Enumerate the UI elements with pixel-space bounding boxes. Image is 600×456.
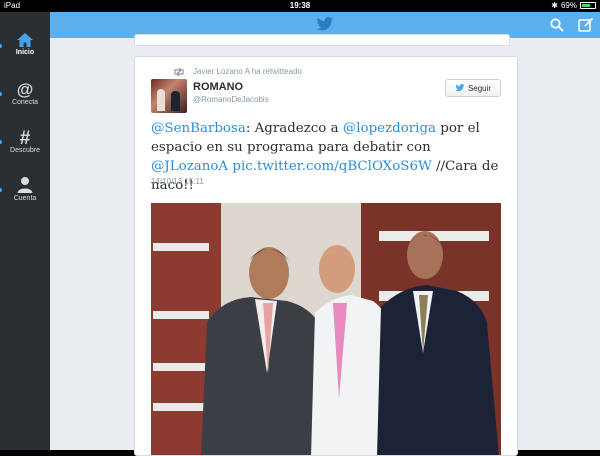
avatar[interactable]: [151, 79, 187, 113]
sidebar: Inicio @ Conecta # Descubre Cuenta: [0, 12, 50, 450]
notification-dot: [0, 92, 2, 96]
sidebar-item-label: Descubre: [10, 147, 40, 154]
svg-text:#: #: [20, 128, 31, 146]
tweet-card[interactable]: Javier Lozano A ha retwitteado ROMANO @R…: [134, 56, 518, 456]
svg-text:@: @: [17, 80, 34, 98]
home-icon: [17, 33, 33, 47]
battery-percent: 69%: [560, 1, 577, 10]
photo-illustration: [151, 203, 501, 455]
tweet-text-segment: : Agradezco a: [245, 121, 343, 136]
previous-tweet-card[interactable]: [134, 34, 510, 46]
tweet-photo[interactable]: [151, 203, 501, 455]
author-name[interactable]: ROMANO: [193, 81, 243, 93]
twitter-bird-icon: [455, 84, 465, 92]
retweet-line: Javier Lozano A ha retwitteado: [173, 67, 302, 76]
search-icon[interactable]: [550, 18, 564, 32]
mention-link[interactable]: @SenBarbosa: [151, 121, 246, 136]
twitter-bird-icon: [316, 17, 334, 31]
follow-button[interactable]: Seguir: [445, 79, 501, 97]
retweet-text: Javier Lozano A ha retwitteado: [193, 67, 302, 76]
status-right: ✱ 69%: [551, 1, 596, 10]
battery-icon: [580, 2, 596, 9]
sidebar-item-conecta[interactable]: @ Conecta: [0, 80, 50, 106]
sidebar-item-inicio[interactable]: Inicio: [0, 32, 50, 56]
mention-link[interactable]: @JLozanoA: [151, 159, 228, 174]
sidebar-item-label: Cuenta: [13, 195, 37, 202]
hash-icon: #: [20, 128, 31, 146]
sidebar-item-descubre[interactable]: # Descubre: [0, 128, 50, 154]
at-icon: @: [17, 80, 34, 98]
status-bar: iPad 19:38 ✱ 69%: [0, 0, 600, 12]
tweet-text: @SenBarbosa: Agradezco a @lopezdoriga po…: [151, 119, 505, 195]
compose-icon[interactable]: [578, 17, 594, 33]
person-icon: [17, 177, 33, 193]
sidebar-item-label: Conecta: [11, 99, 39, 106]
sidebar-item-label: Inicio: [15, 49, 35, 56]
media-link[interactable]: pic.twitter.com/qBClOXoS6W: [232, 159, 431, 174]
notification-dot: [0, 140, 2, 144]
active-indicator: [0, 44, 2, 48]
mention-link[interactable]: @lopezdoriga: [343, 121, 436, 136]
bluetooth-icon: ✱: [551, 1, 558, 10]
sidebar-item-cuenta[interactable]: Cuenta: [0, 176, 50, 202]
timestamp[interactable]: 14/10/13 15:11: [151, 177, 204, 186]
follow-label: Seguir: [467, 83, 492, 93]
timeline[interactable]: Javier Lozano A ha retwitteado ROMANO @R…: [50, 34, 600, 456]
retweet-icon: [174, 67, 184, 76]
clock: 19:38: [289, 1, 311, 10]
notification-dot: [0, 188, 2, 192]
author-handle[interactable]: @RomanoDeJacobis: [193, 95, 269, 104]
